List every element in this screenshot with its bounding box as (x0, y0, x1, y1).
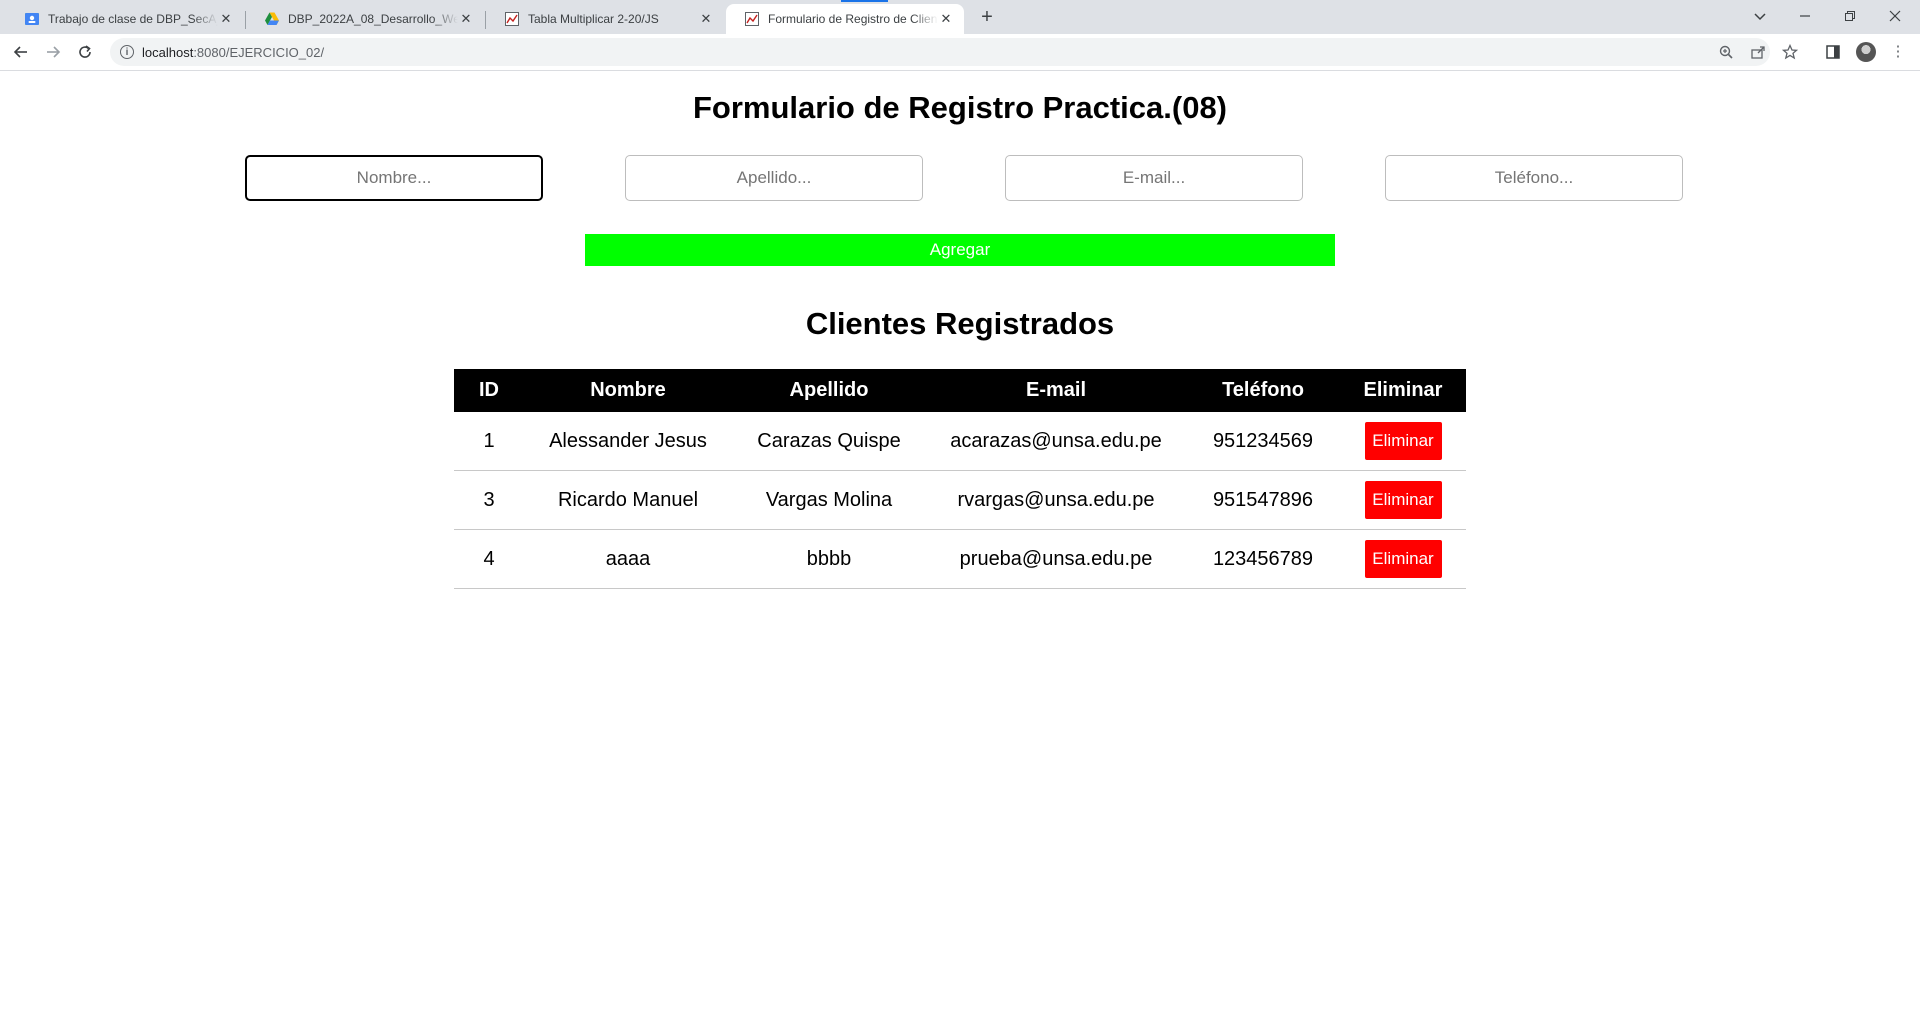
minimize-icon (1799, 14, 1810, 17)
browser-tab-tabla[interactable]: Tabla Multiplicar 2-20/JS ✕ (486, 4, 724, 34)
cell-id: 1 (454, 412, 524, 471)
browser-tab-title: DBP_2022A_08_Desarrollo_Web_Servidor (288, 12, 458, 26)
classroom-icon (24, 11, 40, 27)
cell-apellido: Carazas Quispe (732, 412, 926, 471)
cell-eliminar: Eliminar (1340, 470, 1466, 530)
cell-eliminar: Eliminar (1340, 412, 1466, 471)
cell-telefono: 123456789 (1186, 529, 1340, 589)
header-telefono: Teléfono (1186, 369, 1340, 412)
tab-search-button[interactable] (1737, 0, 1782, 30)
more-menu-icon[interactable]: ⋮ (1888, 42, 1908, 62)
browser-tab-drive[interactable]: DBP_2022A_08_Desarrollo_Web_Servidor ✕ (246, 4, 484, 34)
close-icon[interactable]: ✕ (218, 11, 234, 27)
star-icon[interactable] (1781, 43, 1799, 60)
email-input[interactable] (1005, 155, 1303, 201)
header-apellido: Apellido (732, 369, 926, 412)
cell-telefono: 951234569 (1186, 412, 1340, 471)
back-button[interactable] (8, 39, 34, 65)
share-icon[interactable] (1750, 44, 1766, 60)
browser-tab-formulario[interactable]: Formulario de Registro de Clientes ✕ (726, 4, 964, 34)
drive-icon (264, 11, 280, 27)
cell-email: prueba@unsa.edu.pe (926, 529, 1186, 589)
cell-eliminar: Eliminar (1340, 529, 1466, 589)
browser-tab-classroom[interactable]: Trabajo de clase de DBP_SecA_2022A ✕ (6, 4, 244, 34)
cell-id: 3 (454, 470, 524, 530)
header-id: ID (454, 369, 524, 412)
reload-button[interactable] (72, 39, 98, 65)
url-path: :8080/EJERCICIO_02/ (193, 44, 325, 60)
cell-nombre: aaaa (524, 529, 732, 589)
arrow-right-icon (47, 46, 61, 58)
cell-email: rvargas@unsa.edu.pe (926, 470, 1186, 530)
info-icon[interactable]: i (120, 45, 134, 59)
restore-icon (1844, 10, 1855, 21)
page-icon (744, 11, 760, 27)
close-icon[interactable]: ✕ (458, 11, 474, 27)
cell-email: acarazas@unsa.edu.pe (926, 412, 1186, 471)
tab-strip: Trabajo de clase de DBP_SecA_2022A ✕ DBP… (0, 0, 1920, 34)
close-icon[interactable]: ✕ (938, 11, 954, 27)
profile-avatar[interactable] (1856, 42, 1876, 62)
new-tab-button[interactable]: + (975, 5, 999, 29)
cell-nombre: Alessander Jesus (524, 412, 732, 471)
page-title: Formulario de Registro Practica.(08) (692, 90, 1228, 125)
cell-id: 4 (454, 529, 524, 589)
close-icon[interactable]: ✕ (698, 11, 714, 27)
telefono-input[interactable] (1385, 155, 1683, 201)
apellido-input[interactable] (625, 155, 923, 201)
page-icon (504, 11, 520, 27)
header-eliminar: Eliminar (1340, 369, 1466, 412)
chevron-down-icon (1753, 13, 1766, 20)
nombre-input[interactable] (245, 155, 543, 201)
header-nombre: Nombre (524, 369, 732, 412)
url-host: localhost (142, 44, 194, 60)
clients-title: Clientes Registrados (805, 306, 1115, 341)
close-icon (1889, 10, 1900, 21)
side-panel-icon[interactable] (1823, 42, 1843, 62)
minimize-button[interactable] (1782, 0, 1827, 30)
browser-toolbar: i localhost:8080/EJERCICIO_02/ ⋮ (0, 34, 1920, 71)
close-window-button[interactable] (1872, 0, 1917, 30)
address-bar[interactable]: i localhost:8080/EJERCICIO_02/ (110, 38, 1799, 66)
tab-loading-indicator (841, 0, 888, 2)
eliminar-button[interactable]: Eliminar (1364, 422, 1442, 460)
cell-telefono: 951547896 (1186, 470, 1340, 530)
restore-button[interactable] (1827, 0, 1872, 30)
table-header-row: ID Nombre Apellido E-mail Teléfono Elimi… (454, 369, 1466, 412)
reload-icon (79, 45, 91, 58)
header-email: E-mail (926, 369, 1186, 412)
eliminar-button[interactable]: Eliminar (1364, 540, 1442, 578)
eliminar-button[interactable]: Eliminar (1364, 481, 1442, 519)
table-row: 1 Alessander Jesus Carazas Quispe acaraz… (454, 412, 1466, 471)
browser-tab-title: Formulario de Registro de Clientes (768, 12, 938, 26)
table-row: 3 Ricardo Manuel Vargas Molina rvargas@u… (454, 470, 1466, 530)
cell-apellido: bbbb (732, 529, 926, 589)
clients-table: ID Nombre Apellido E-mail Teléfono Elimi… (454, 369, 1466, 589)
cell-apellido: Vargas Molina (732, 470, 926, 530)
table-row: 4 aaaa bbbb prueba@unsa.edu.pe 123456789… (454, 529, 1466, 589)
browser-tab-title: Tabla Multiplicar 2-20/JS (528, 12, 659, 26)
arrow-left-icon (13, 46, 27, 58)
cell-nombre: Ricardo Manuel (524, 470, 732, 530)
forward-button[interactable] (40, 39, 66, 65)
browser-tab-title: Trabajo de clase de DBP_SecA_2022A (48, 12, 218, 26)
zoom-icon[interactable] (1718, 44, 1734, 60)
agregar-button[interactable]: Agregar (585, 234, 1335, 266)
